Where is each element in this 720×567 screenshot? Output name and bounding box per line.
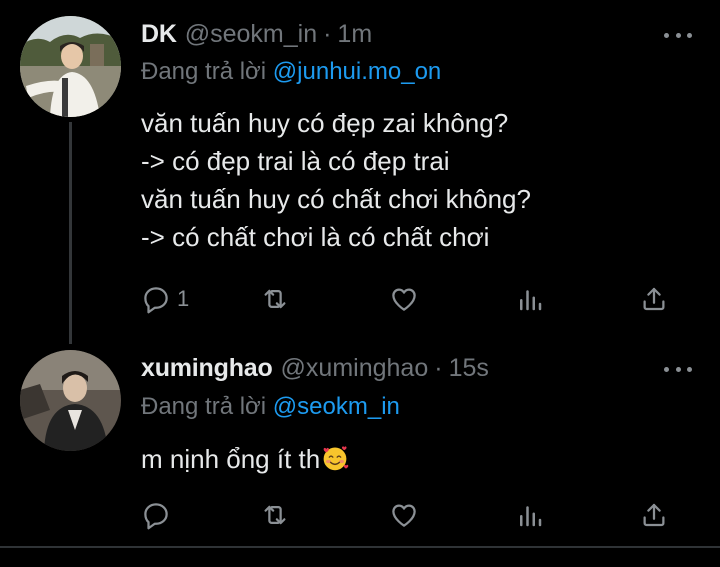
tweet-text: m nịnh ổng ít th xyxy=(141,440,349,478)
share-icon xyxy=(643,503,665,527)
reply-count: 1 xyxy=(177,286,190,311)
retweet-icon xyxy=(264,505,286,525)
display-name[interactable]: DK xyxy=(141,20,177,49)
separator-dot: · xyxy=(323,20,332,48)
timestamp[interactable]: 15s xyxy=(449,354,489,383)
tweet-header: DK @seokm_in · 1m xyxy=(141,20,372,56)
replying-to: Đang trả lời @junhui.mo_on xyxy=(141,58,441,86)
timestamp[interactable]: 1m xyxy=(337,20,372,49)
reply-button[interactable] xyxy=(141,498,171,532)
user-handle[interactable]: @xuminghao xyxy=(281,354,429,383)
reply-button[interactable]: 1 xyxy=(141,282,189,316)
like-icon xyxy=(392,504,416,527)
avatar[interactable] xyxy=(20,350,121,451)
user-handle[interactable]: @seokm_in xyxy=(185,20,317,49)
replying-to: Đang trả lời @seokm_in xyxy=(141,393,400,421)
tweet-actions xyxy=(141,498,681,532)
tweet-text-line: văn tuấn huy có chất chơi không? xyxy=(141,184,531,214)
views-icon xyxy=(520,506,542,527)
views-button[interactable] xyxy=(515,282,545,316)
tweet-text-line: m nịnh ổng ít th xyxy=(141,444,321,474)
share-button[interactable] xyxy=(639,498,669,532)
retweet-icon xyxy=(264,289,286,309)
like-button[interactable] xyxy=(389,498,419,532)
replying-prefix: Đang trả lời xyxy=(141,393,267,420)
tweet-text-line: văn tuấn huy có đẹp zai không? xyxy=(141,108,509,138)
tweet-header: xuminghao @xuminghao · 15s xyxy=(141,354,489,390)
avatar[interactable] xyxy=(20,16,121,117)
tweet-text-line: -> có chất chơi là có chất chơi xyxy=(141,222,490,252)
mention-link[interactable]: @seokm_in xyxy=(273,393,400,420)
retweet-button[interactable] xyxy=(260,498,290,532)
views-icon xyxy=(520,290,542,311)
separator-dot: · xyxy=(434,354,443,382)
reply-icon xyxy=(144,287,168,314)
display-name[interactable]: xuminghao xyxy=(141,354,273,383)
divider xyxy=(0,546,720,548)
reply-icon xyxy=(144,503,168,530)
share-button[interactable] xyxy=(639,282,669,316)
like-icon xyxy=(392,288,416,311)
mention-link[interactable]: @junhui.mo_on xyxy=(273,58,441,85)
like-button[interactable] xyxy=(389,282,419,316)
tweet-actions: 1 xyxy=(141,282,681,316)
more-icon[interactable] xyxy=(664,364,692,374)
tweet-text-line: -> có đẹp trai là có đẹp trai xyxy=(141,146,450,176)
smiling-face-with-hearts-icon xyxy=(323,446,349,471)
tweet[interactable]: xuminghao @xuminghao · 15s Đang trả lời … xyxy=(0,340,720,546)
tweet-text: văn tuấn huy có đẹp zai không? -> có đẹp… xyxy=(141,104,531,256)
more-icon[interactable] xyxy=(664,30,692,40)
replying-prefix: Đang trả lời xyxy=(141,58,267,85)
share-icon xyxy=(643,287,665,311)
retweet-button[interactable] xyxy=(260,282,290,316)
tweet[interactable]: DK @seokm_in · 1m Đang trả lời @junhui.m… xyxy=(0,0,720,335)
views-button[interactable] xyxy=(515,498,545,532)
